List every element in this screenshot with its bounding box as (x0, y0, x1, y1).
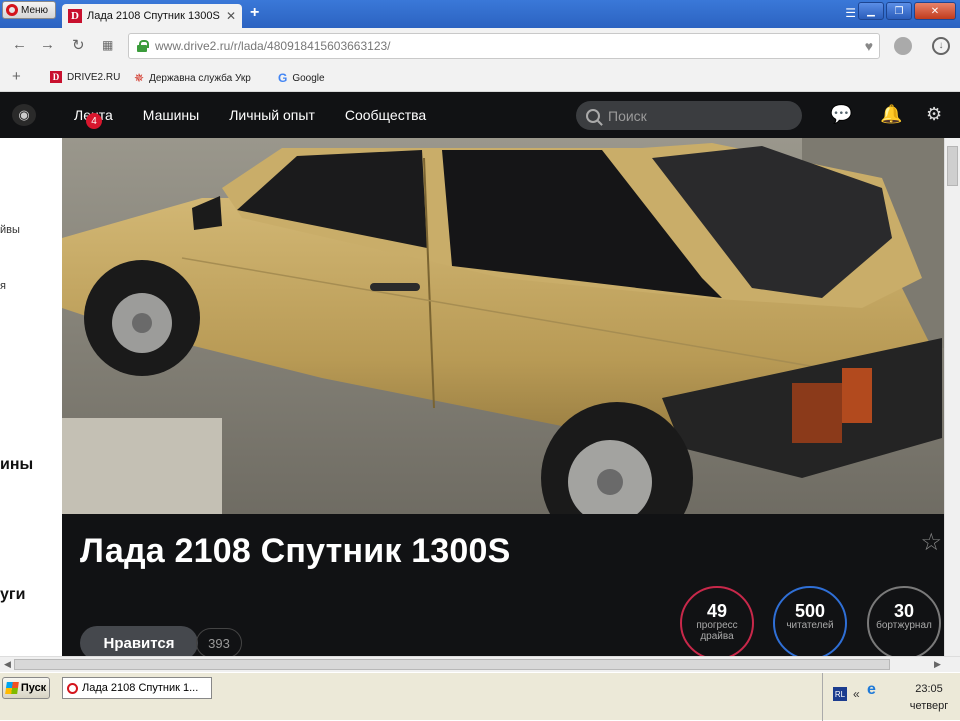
settings-gear-icon[interactable]: ⚙ (926, 104, 942, 125)
horizontal-scrollbar[interactable]: ◀ ▶ (0, 656, 960, 672)
stat-value: 49 (706, 601, 728, 621)
language-indicator[interactable]: RL (833, 687, 847, 701)
stat-value: 500 (794, 601, 826, 621)
reload-icon[interactable]: ↻ (72, 36, 85, 54)
tray-expand-chevron-icon[interactable]: « (853, 687, 860, 701)
notifications-bell-icon[interactable]: 🔔 (880, 104, 902, 125)
search-box[interactable] (576, 101, 802, 130)
back-arrow-icon[interactable]: ← (12, 36, 27, 53)
maximize-icon[interactable]: ❐ (886, 2, 912, 20)
nav-item-communities[interactable]: Сообщества (345, 107, 426, 139)
notification-badge: 4 (86, 113, 102, 129)
close-window-icon[interactable]: ✕ (914, 2, 956, 20)
new-tab-plus-icon[interactable]: + (250, 4, 259, 22)
tab-menu-icon[interactable]: ☰ (845, 6, 856, 20)
stat-readers[interactable]: 500 читателей (773, 586, 847, 656)
vertical-scroll-thumb[interactable] (947, 146, 958, 186)
tray-clock[interactable]: 23:05 четверг (899, 681, 959, 715)
bookmark-label: DRIVE2.RU (67, 71, 121, 83)
sidebar-fragment-heading: ины (0, 456, 34, 473)
bookmark-label: Державна служба Укр (149, 72, 251, 84)
browser-tab-strip: Меню D Лада 2108 Спутник 1300S ✕ + ☰ ▁ ❐… (0, 0, 960, 28)
favorite-star-icon[interactable]: ☆ (920, 528, 942, 557)
speed-dial-grid-icon[interactable]: ▦ (102, 38, 113, 52)
bookmark-drive2[interactable]: D DRIVE2.RU (50, 71, 120, 83)
forward-arrow-icon[interactable]: → (40, 36, 55, 53)
browser-tab-active[interactable]: D Лада 2108 Спутник 1300S ✕ (62, 4, 242, 28)
stat-drive-progress[interactable]: 49 прогресс драйва (680, 586, 754, 656)
car-photo-illustration (62, 138, 944, 514)
page-title: Лада 2108 Спутник 1300S (80, 532, 511, 570)
window-controls: ▁ ❐ ✕ (858, 2, 956, 20)
windows-logo-icon (4, 682, 19, 694)
drive2-favicon-icon: D (68, 9, 82, 23)
bookmark-heart-icon[interactable]: ♥ (865, 38, 873, 54)
windows-taskbar: Пуск Лада 2108 Спутник 1... RL « e 23:05… (0, 672, 960, 721)
drive2-favicon-icon: D (50, 71, 62, 83)
add-bookmark-plus-icon[interactable]: + (12, 68, 21, 85)
vertical-scrollbar[interactable] (944, 138, 960, 656)
bookmark-derzhavna-sluzhba[interactable]: ✵ Державна служба Укр (134, 71, 251, 85)
taskbar-item-label: Лада 2108 Спутник 1... (82, 682, 199, 694)
nav-item-personal-experience[interactable]: Личный опыт (229, 107, 315, 139)
search-icon (586, 108, 600, 123)
vpn-globe-icon[interactable] (894, 37, 912, 55)
left-sidebar-fragment: йвы я ины уги (0, 138, 62, 656)
bookmarks-bar: + D DRIVE2.RU ✵ Державна служба Укр G Go… (0, 64, 960, 92)
minimize-icon[interactable]: ▁ (858, 2, 884, 20)
opera-menu-label: Меню (21, 4, 49, 16)
sidebar-fragment-heading: уги (0, 586, 26, 603)
scroll-left-arrow-icon[interactable]: ◀ (4, 659, 11, 670)
internet-explorer-icon[interactable]: e (867, 681, 876, 699)
site-logo-icon[interactable]: ◉ (12, 104, 36, 126)
tab-close-icon[interactable]: ✕ (226, 9, 236, 23)
system-tray: RL « e 23:05 четверг (822, 673, 960, 721)
stat-label: драйва (700, 631, 734, 642)
start-label: Пуск (20, 682, 47, 694)
bookmark-google[interactable]: G Google (278, 71, 325, 85)
messages-icon[interactable]: 💬 (830, 104, 852, 125)
main-nav: Лента 4 Машины Личный опыт Сообщества (74, 107, 426, 139)
clock-day: четверг (909, 700, 949, 712)
sidebar-fragment-text[interactable]: йвы (0, 224, 20, 236)
like-count: 393 (196, 628, 242, 656)
start-button[interactable]: Пуск (2, 677, 50, 699)
bookmark-label: Google (292, 72, 325, 84)
scroll-right-arrow-icon[interactable]: ▶ (934, 659, 941, 670)
sidebar-fragment-text[interactable]: я (0, 280, 6, 292)
search-input[interactable] (606, 106, 786, 125)
car-photo[interactable] (62, 138, 944, 514)
stat-label: прогресс (696, 620, 738, 631)
taskbar-item-opera[interactable]: Лада 2108 Спутник 1... (62, 677, 212, 699)
opera-logo-icon (67, 682, 78, 694)
horizontal-scroll-thumb[interactable] (14, 659, 890, 670)
nav-item-cars[interactable]: Машины (143, 107, 199, 139)
url-field[interactable]: www.drive2.ru/r/lada/4809184156036631​23… (128, 33, 880, 59)
stat-label: бортжурнал (876, 620, 932, 631)
address-bar-row: ← → ↻ ▦ www.drive2.ru/r/lada/48091841560… (0, 28, 960, 64)
like-button[interactable]: Нравится (80, 626, 198, 656)
clock-time: 23:05 (915, 683, 943, 695)
opera-menu-button[interactable]: Меню (2, 1, 56, 19)
url-text: www.drive2.ru/r/lada/4809184156036631​23… (155, 39, 391, 53)
site-header: ◉ Лента 4 Машины Личный опыт Сообщества … (0, 92, 960, 138)
opera-logo-icon (6, 4, 18, 16)
stat-value: 30 (893, 601, 915, 621)
car-title-panel: Лада 2108 Спутник 1300S ☆ 49 прогресс др… (62, 514, 944, 656)
emblem-favicon-icon: ✵ (134, 71, 145, 85)
stat-label: читателей (786, 620, 834, 631)
tab-title: Лада 2108 Спутник 1300S (87, 10, 220, 22)
google-favicon-icon: G (278, 71, 288, 85)
stat-logbook[interactable]: 30 бортжурнал (867, 586, 941, 656)
nav-item-feed[interactable]: Лента 4 (74, 107, 113, 139)
secure-lock-icon (137, 40, 149, 52)
download-icon[interactable]: ↓ (932, 37, 950, 55)
